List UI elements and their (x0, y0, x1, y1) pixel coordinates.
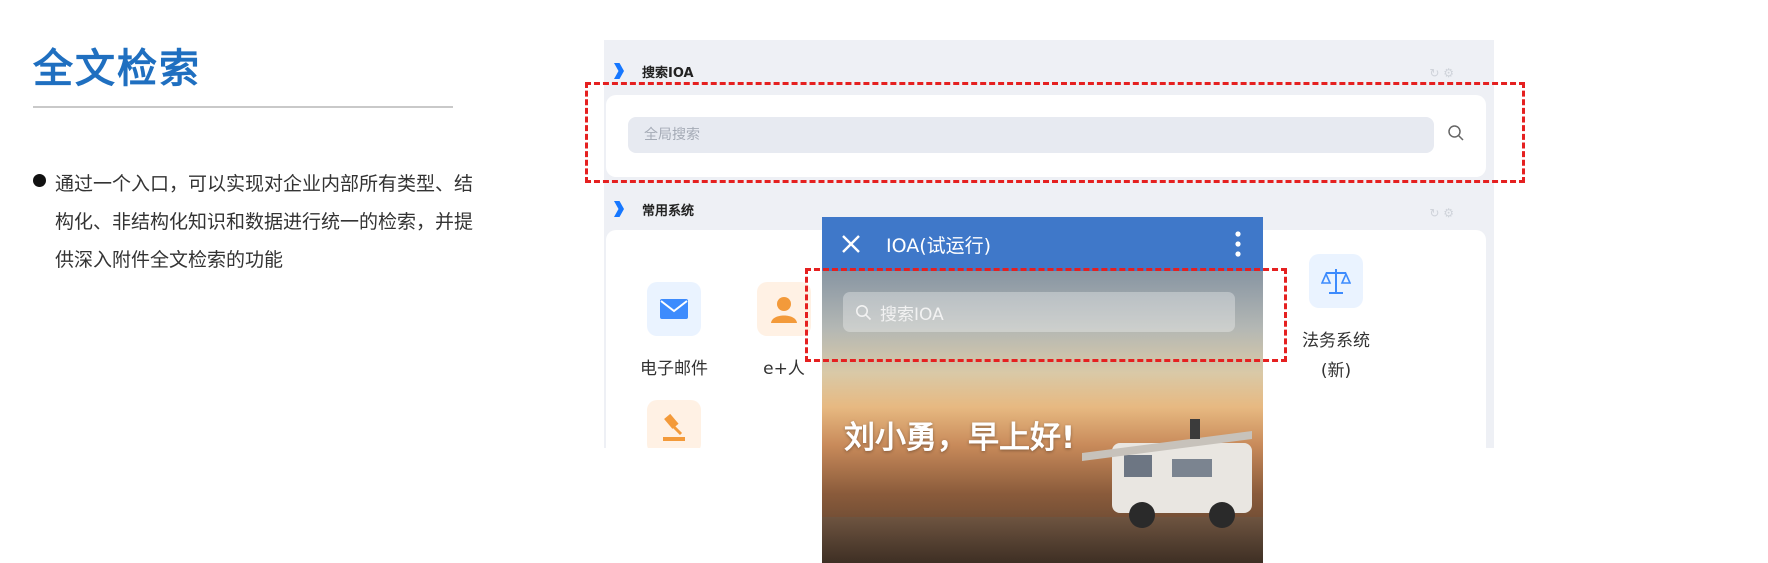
search-section-tools[interactable]: ↻ ⚙ (1429, 66, 1454, 80)
title-divider (33, 106, 453, 108)
search-section-title: 搜索IOA (642, 65, 694, 81)
search-section-header: 搜索IOA (614, 60, 694, 82)
mobile-header-title: IOA(试运行) (886, 234, 992, 257)
greeting-text: 刘小勇，早上好! (844, 420, 1076, 456)
app-label: 法务系统 (新) (1302, 331, 1370, 381)
section-flag-icon (614, 201, 624, 217)
gavel-icon (647, 400, 701, 448)
app-legal-system[interactable]: 法务系统 (新) (1281, 254, 1391, 386)
person-icon (757, 282, 811, 336)
mobile-search-highlight (805, 268, 1287, 362)
app-label: 电子邮件 (640, 359, 708, 379)
more-options-icon[interactable] (1235, 231, 1241, 257)
bullet-text: 通过一个入口，可以实现对企业内部所有类型、结构化、非结构化知识和数据进行统一的检… (55, 173, 474, 271)
bullet-dot (33, 174, 46, 187)
section-flag-icon (614, 63, 624, 79)
app-gavel[interactable] (624, 400, 724, 448)
scales-icon (1309, 254, 1363, 308)
feature-bullet: 通过一个入口，可以实现对企业内部所有类型、结构化、非结构化知识和数据进行统一的检… (33, 165, 473, 279)
apps-section-title: 常用系统 (642, 203, 695, 219)
app-email[interactable]: 电子邮件 (624, 282, 724, 384)
apps-section-header: 常用系统 (614, 198, 694, 220)
slide-title: 全文检索 (33, 46, 201, 92)
close-icon[interactable] (840, 233, 862, 255)
apps-section-tools[interactable]: ↻ ⚙ (1429, 206, 1454, 220)
mobile-header: IOA(试运行) (822, 217, 1263, 271)
mail-icon (647, 282, 701, 336)
desktop-search-highlight (585, 82, 1525, 183)
camper-van-image (1082, 419, 1252, 528)
